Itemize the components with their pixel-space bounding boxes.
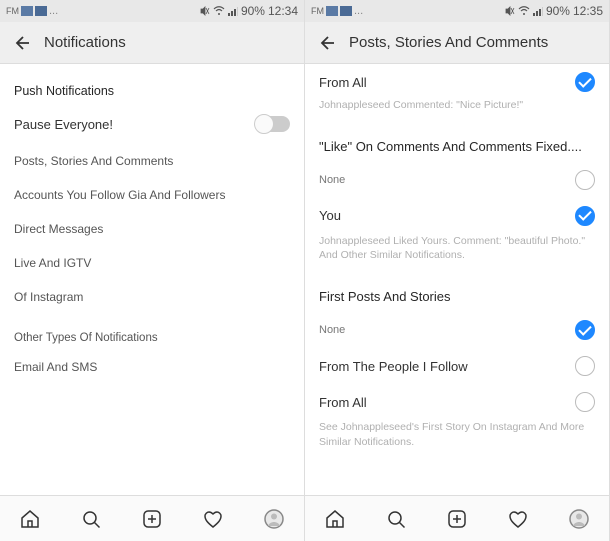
screen-posts-stories: FM ... 90% 12:35 Posts, Stories And Comm… [305, 0, 610, 541]
nav-search-icon[interactable] [384, 507, 408, 531]
radio-from-all2[interactable] [575, 392, 595, 412]
page-title: Notifications [44, 34, 126, 51]
row-pause-everyone[interactable]: Pause Everyone! [0, 104, 304, 144]
row-label: You [319, 208, 575, 223]
caption: See Johnappleseed's First Story On Insta… [305, 420, 609, 461]
back-button[interactable] [315, 32, 337, 54]
caption: Johnappleseed Liked Yours. Comment: "bea… [305, 234, 609, 275]
back-button[interactable] [10, 32, 32, 54]
content: Push Notifications Pause Everyone! Posts… [0, 64, 304, 495]
signal-icon [533, 6, 543, 16]
nav-profile-icon[interactable] [567, 507, 591, 531]
battery-text: 90% [546, 4, 570, 18]
radio-none[interactable] [575, 170, 595, 190]
bottom-nav [305, 495, 609, 541]
row-from-all2[interactable]: From All [305, 386, 609, 420]
nav-home-icon[interactable] [323, 507, 347, 531]
row-none[interactable]: None [305, 162, 609, 200]
row-label: Pause Everyone! [14, 117, 256, 132]
bottom-nav [0, 495, 304, 541]
nav-add-icon[interactable] [445, 507, 469, 531]
row-posts-stories[interactable]: Posts, Stories And Comments [0, 144, 304, 178]
row-label: Accounts You Follow Gia And Followers [14, 188, 290, 202]
row-label: Of Instagram [14, 290, 290, 304]
screen-notifications: FM ... 90% 12:34 Notifications Push Noti… [0, 0, 305, 541]
status-dots: ... [49, 5, 58, 17]
toggle-pause[interactable] [256, 116, 290, 132]
row-accounts-follow[interactable]: Accounts You Follow Gia And Followers [0, 178, 304, 212]
caption: Johnappleseed Commented: "Nice Picture!" [305, 98, 609, 125]
time-text: 12:34 [268, 4, 298, 18]
row-from-all[interactable]: From All [305, 70, 609, 98]
row-label: From All [319, 75, 575, 90]
row-of-instagram[interactable]: Of Instagram [0, 280, 304, 314]
row-label: Direct Messages [14, 222, 290, 236]
section-first-posts: First Posts And Stories [305, 275, 609, 312]
time-text: 12:35 [573, 4, 603, 18]
row-label: Posts, Stories And Comments [14, 154, 290, 168]
mute-icon [505, 6, 515, 16]
status-icon [21, 6, 33, 16]
nav-add-icon[interactable] [140, 507, 164, 531]
row-from-follow[interactable]: From The People I Follow [305, 350, 609, 386]
status-icon [326, 6, 338, 16]
row-label: From The People I Follow [319, 359, 575, 374]
header: Posts, Stories And Comments [305, 22, 609, 64]
nav-search-icon[interactable] [79, 507, 103, 531]
section-other: Other Types Of Notifications [0, 314, 304, 350]
radio-you[interactable] [575, 206, 595, 226]
radio-from-all[interactable] [575, 72, 595, 92]
row-direct-messages[interactable]: Direct Messages [0, 212, 304, 246]
page-title: Posts, Stories And Comments [349, 34, 548, 51]
content: From All Johnappleseed Commented: "Nice … [305, 64, 609, 495]
status-icon [340, 6, 352, 16]
radio-none2[interactable] [575, 320, 595, 340]
section-push: Push Notifications [0, 70, 304, 104]
row-label: From All [319, 395, 575, 410]
header: Notifications [0, 22, 304, 64]
row-label: None [319, 324, 575, 336]
nav-home-icon[interactable] [18, 507, 42, 531]
wifi-icon [518, 6, 530, 16]
status-icon [35, 6, 47, 16]
row-label: None [319, 174, 575, 186]
row-label: Live And IGTV [14, 256, 290, 270]
row-label: Email And SMS [14, 360, 290, 374]
section-like-comments: "Like" On Comments And Comments Fixed...… [305, 125, 609, 162]
status-dots: ... [354, 5, 363, 17]
radio-from-follow[interactable] [575, 356, 595, 376]
row-live-igtv[interactable]: Live And IGTV [0, 246, 304, 280]
signal-icon [228, 6, 238, 16]
status-bar: FM ... 90% 12:35 [305, 0, 609, 22]
mute-icon [200, 6, 210, 16]
nav-profile-icon[interactable] [262, 507, 286, 531]
status-fm: FM [311, 6, 324, 16]
row-email-sms[interactable]: Email And SMS [0, 350, 304, 384]
row-you[interactable]: You [305, 200, 609, 234]
status-bar: FM ... 90% 12:34 [0, 0, 304, 22]
nav-heart-icon[interactable] [506, 507, 530, 531]
nav-heart-icon[interactable] [201, 507, 225, 531]
battery-text: 90% [241, 4, 265, 18]
status-fm: FM [6, 6, 19, 16]
wifi-icon [213, 6, 225, 16]
row-none2[interactable]: None [305, 312, 609, 350]
